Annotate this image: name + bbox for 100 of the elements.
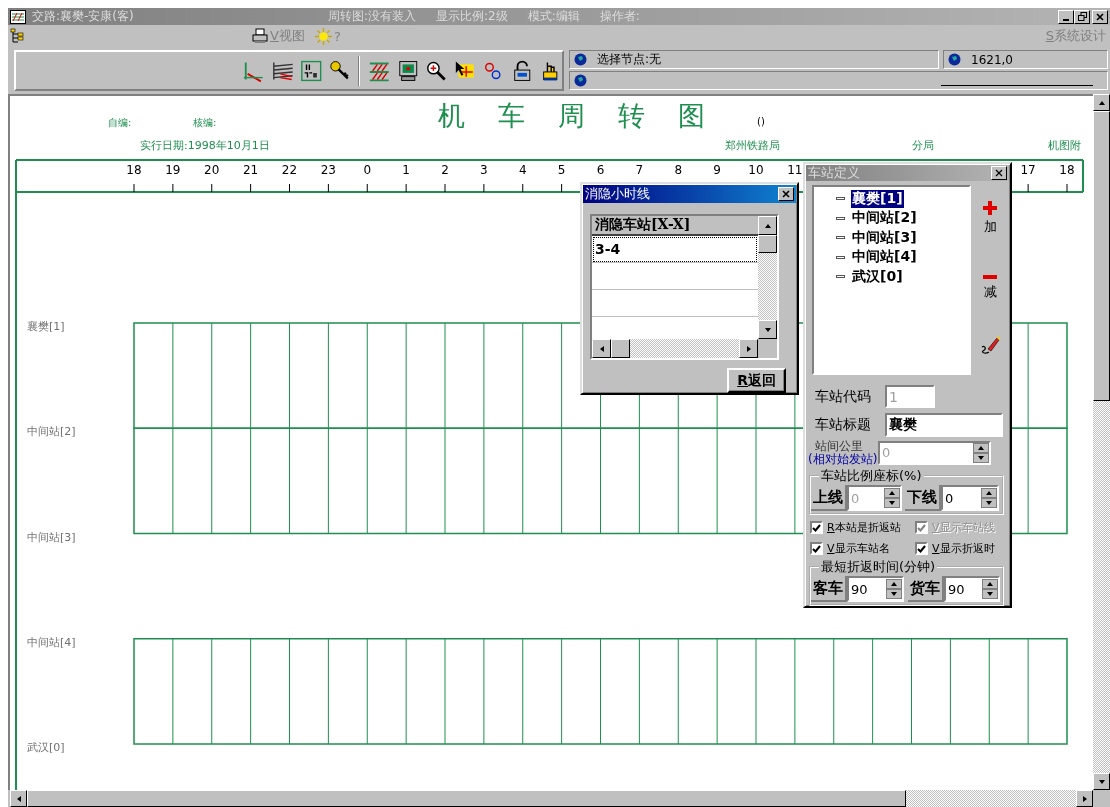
hour-label: 23: [320, 163, 336, 177]
scrollbar-corner: [758, 339, 777, 358]
column-header: 消隐车站[X-X]: [592, 216, 758, 236]
scroll-thumb[interactable]: [27, 790, 906, 807]
hour-label: 3: [480, 163, 488, 177]
spin-field[interactable]: 90: [944, 576, 1000, 603]
scroll-up-button[interactable]: [758, 216, 777, 235]
dash-icon: [836, 236, 845, 240]
eraser-icon[interactable]: [980, 335, 1001, 355]
title-note: (): [757, 116, 765, 127]
title-info-text: 操作者:: [599, 8, 640, 25]
compiler-label: 自编:: [108, 116, 132, 130]
group-title: 车站比例座标(%): [820, 467, 923, 486]
dash-icon: [836, 197, 845, 201]
hour-label: 10: [748, 163, 764, 177]
tree-item[interactable]: 中间站[3]: [851, 228, 918, 247]
title-info-text: 周转图:没有装入: [328, 8, 417, 25]
hour-label: 6: [596, 163, 605, 177]
spin-field[interactable]: 90: [847, 576, 904, 603]
printer-icon[interactable]: [252, 28, 268, 44]
scroll-right-button[interactable]: [739, 339, 758, 358]
scroll-up-button[interactable]: [1093, 94, 1110, 111]
station-label: 中间站[4]: [27, 634, 76, 650]
spin-field[interactable]: 0: [941, 485, 999, 512]
dialog-title: 车站定义: [808, 164, 860, 182]
tree-item[interactable]: 中间站[4]: [851, 248, 918, 267]
spin-arrows-icon[interactable]: [886, 579, 902, 600]
close-button[interactable]: [778, 187, 794, 201]
close-button[interactable]: [991, 166, 1007, 180]
globe-icon: [574, 53, 587, 66]
tree-item[interactable]: 襄樊[1]: [851, 189, 904, 208]
hour-label: 0: [363, 163, 372, 177]
scroll-left-button[interactable]: [592, 339, 611, 358]
hour-label: 17: [1020, 163, 1036, 177]
triangle-icon[interactable]: [598, 344, 605, 353]
spin-arrows-icon[interactable]: [982, 579, 998, 600]
attachment-label: 机图附: [1048, 138, 1081, 153]
field-label: 站间公里: [815, 440, 864, 453]
field-label: 车站标题: [815, 416, 872, 434]
bureau-label: 郑州铁路局: [725, 138, 780, 153]
input-field[interactable]: 襄樊: [885, 413, 1003, 437]
status-text: 选择节点:无: [597, 51, 662, 68]
scroll-right-button[interactable]: [1076, 790, 1093, 807]
dialog-title: 消隐小时线: [585, 185, 650, 203]
return-button[interactable]: R返回: [727, 368, 786, 393]
scroll-left-button[interactable]: [10, 790, 27, 807]
scroll-thumb[interactable]: [1093, 111, 1110, 401]
close-button[interactable]: [1092, 9, 1108, 24]
hour-label: 21: [243, 163, 259, 177]
checkbox[interactable]: [810, 521, 823, 535]
group-title: 最短折返时间(分钟): [820, 558, 937, 577]
tree-icon[interactable]: [10, 28, 24, 44]
effective-date: 实行日期:1998年10月1日: [140, 138, 270, 153]
triangle-icon[interactable]: [15, 794, 22, 803]
dash-icon: [836, 275, 845, 279]
minimize-button[interactable]: [1058, 9, 1074, 24]
field-note: (相对始发站): [808, 452, 878, 466]
minus-icon[interactable]: [983, 274, 998, 280]
station-label: 襄樊[1]: [27, 319, 65, 334]
tree-item[interactable]: 武汉[0]: [851, 267, 904, 286]
remove-button[interactable]: 减: [983, 274, 998, 301]
hour-label: 20: [204, 163, 220, 177]
close-icon[interactable]: [782, 190, 790, 198]
checkbox-label[interactable]: R本站是折返站: [827, 520, 901, 536]
scroll-thumb[interactable]: [758, 235, 777, 253]
spin-arrows-icon[interactable]: [981, 488, 997, 509]
triangle-icon[interactable]: [763, 222, 772, 229]
triangle-icon[interactable]: [763, 326, 772, 333]
title-info-text: 显示比例:2级: [436, 8, 508, 25]
scroll-down-button[interactable]: [1093, 773, 1110, 790]
scroll-thumb[interactable]: [611, 339, 630, 358]
triangle-icon[interactable]: [745, 344, 752, 353]
close-icon[interactable]: [995, 169, 1003, 177]
checkbox-label[interactable]: V显示折返时: [932, 541, 995, 557]
checkbox[interactable]: [810, 542, 823, 556]
hour-label: 11: [787, 163, 803, 177]
hour-label: 22: [281, 163, 298, 177]
status-text: 1621,0: [971, 52, 1013, 67]
checkbox[interactable]: [915, 542, 928, 556]
close-icon[interactable]: [1096, 12, 1104, 21]
add-button[interactable]: 加: [983, 201, 998, 236]
hour-label: 9: [713, 163, 721, 177]
checker-label: 核编:: [193, 116, 217, 130]
triangle-icon[interactable]: [1097, 99, 1106, 106]
hour-label: 18: [1059, 163, 1075, 177]
station-label: 武汉[0]: [27, 740, 65, 755]
hour-label: 18: [126, 163, 142, 177]
table-cell[interactable]: 3-4: [592, 236, 758, 263]
diagram-title: 机 车 周 转 图: [438, 99, 714, 133]
hour-label: 5: [557, 163, 566, 177]
scroll-down-button[interactable]: [758, 320, 777, 339]
checkbox-label[interactable]: V显示车站名: [827, 541, 890, 557]
dash-icon: [836, 255, 845, 259]
window-title: 交路:襄樊-安康(客): [32, 8, 135, 25]
app-icon: [10, 9, 26, 24]
plus-icon[interactable]: [983, 201, 998, 215]
hour-label: 4: [518, 163, 527, 177]
globe-icon: [948, 53, 961, 66]
hour-label: 7: [635, 163, 644, 177]
tree-item[interactable]: 中间站[2]: [851, 209, 918, 228]
